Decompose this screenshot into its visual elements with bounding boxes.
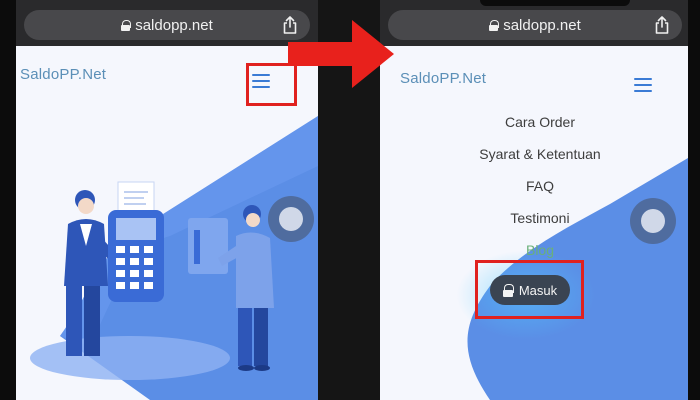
menu-item-syarat-ketentuan[interactable]: Syarat & Ketentuan	[380, 138, 700, 170]
address-bar[interactable]: saldopp.net	[388, 10, 682, 40]
site-logo[interactable]: SaldoPP.Net	[400, 70, 486, 87]
phone-bezel	[688, 0, 700, 400]
tutorial-image: saldopp.net SaldoPP.Net saldopp.net Sald…	[0, 0, 700, 400]
menu-item-cara-order[interactable]: Cara Order	[380, 106, 700, 138]
red-arrow-icon	[288, 20, 394, 88]
website-content: SaldoPP.Net Cara Order Syarat & Ketentua…	[380, 46, 700, 400]
url-text: saldopp.net	[135, 16, 213, 34]
hamburger-icon[interactable]	[634, 78, 652, 92]
assistive-touch-icon[interactable]	[630, 198, 676, 244]
phone-notch	[480, 0, 630, 6]
assistive-touch-icon[interactable]	[268, 196, 314, 242]
card-terminal-figure	[108, 181, 164, 302]
address-bar[interactable]: saldopp.net	[24, 10, 310, 40]
highlight-login-button	[475, 260, 584, 319]
right-phone-screen: saldopp.net SaldoPP.Net Cara Order Syara…	[380, 0, 700, 400]
left-phone-screen: saldopp.net SaldoPP.Net	[0, 0, 318, 400]
url-text: saldopp.net	[503, 16, 581, 34]
browser-chrome: saldopp.net	[380, 0, 700, 46]
lock-icon	[121, 19, 132, 31]
lock-icon	[489, 19, 500, 31]
phone-bezel	[0, 0, 16, 400]
share-icon[interactable]	[654, 16, 670, 34]
browser-chrome: saldopp.net	[0, 0, 318, 46]
site-logo[interactable]: SaldoPP.Net	[20, 66, 106, 83]
